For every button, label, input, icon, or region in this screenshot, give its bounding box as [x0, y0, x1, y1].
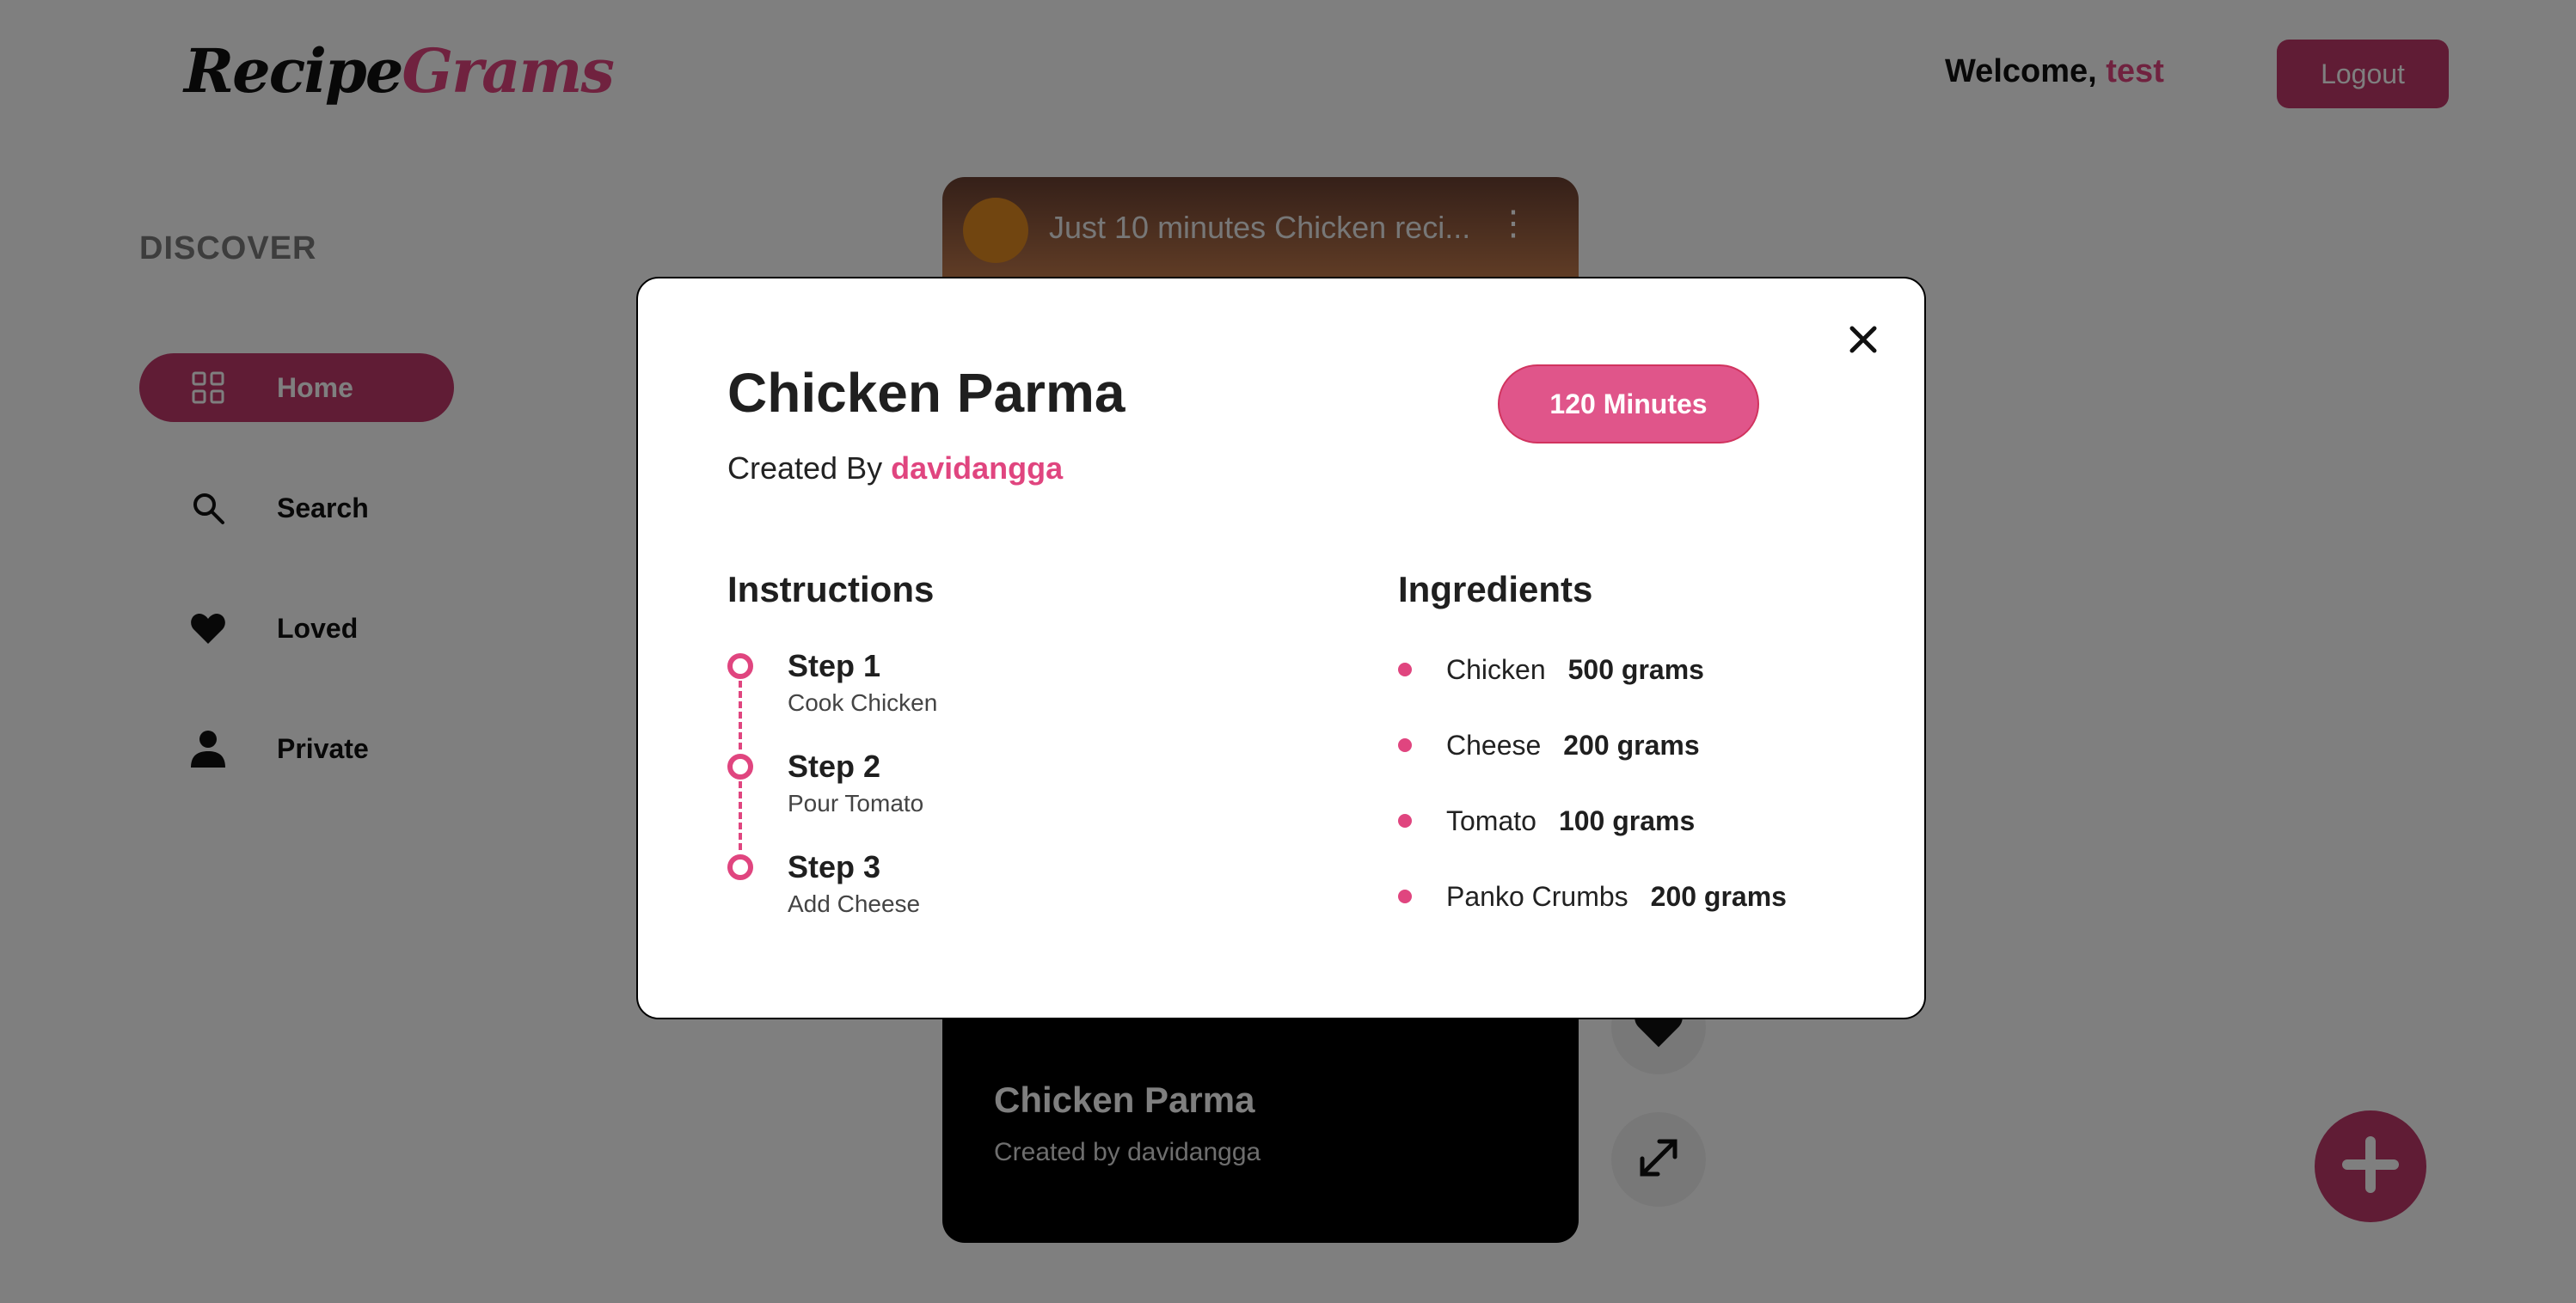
- ingredient-item: Chicken 500 grams: [1398, 648, 1704, 691]
- ingredient-item: Cheese 200 grams: [1398, 724, 1700, 767]
- instructions-heading: Instructions: [727, 569, 935, 609]
- ingredient-name: Panko Crumbs: [1446, 880, 1628, 912]
- bullet-icon: [1398, 738, 1412, 752]
- duration-badge: 120 Minutes: [1498, 364, 1759, 444]
- step-description: Pour Tomato: [788, 790, 924, 817]
- instruction-step: Step 1 Cook Chicken: [727, 648, 1071, 749]
- close-icon[interactable]: [1842, 318, 1885, 361]
- ingredient-name: Tomato: [1446, 804, 1536, 836]
- step-title: Step 1: [788, 648, 881, 683]
- step-marker-icon: [727, 854, 753, 880]
- step-description: Cook Chicken: [788, 689, 938, 716]
- ingredient-item: Tomato 100 grams: [1398, 799, 1695, 842]
- ingredient-quantity: 500 grams: [1567, 653, 1704, 685]
- ingredient-name: Cheese: [1446, 729, 1542, 761]
- ingredients-heading: Ingredients: [1398, 569, 1593, 609]
- step-marker-icon: [727, 653, 753, 679]
- step-title: Step 3: [788, 849, 881, 884]
- ingredient-quantity: 200 grams: [1563, 729, 1700, 761]
- recipe-title: Chicken Parma: [727, 362, 1125, 424]
- bullet-icon: [1398, 890, 1412, 903]
- step-title: Step 2: [788, 749, 881, 784]
- ingredient-quantity: 200 grams: [1650, 880, 1787, 912]
- created-by-label: Created By: [727, 450, 883, 486]
- ingredient-quantity: 100 grams: [1558, 804, 1696, 836]
- recipe-author: davidangga: [891, 450, 1064, 486]
- recipe-detail-modal: Chicken Parma Created By davidangga 120 …: [636, 277, 1926, 1019]
- bullet-icon: [1398, 814, 1412, 828]
- step-marker-icon: [727, 754, 753, 780]
- recipe-author-line: Created By davidangga: [727, 450, 1063, 486]
- step-connector: [739, 681, 742, 749]
- step-connector: [739, 781, 742, 850]
- bullet-icon: [1398, 663, 1412, 676]
- instruction-step: Step 3 Add Cheese: [727, 849, 1071, 935]
- ingredient-name: Chicken: [1446, 653, 1546, 685]
- ingredient-item: Panko Crumbs 200 grams: [1398, 875, 1787, 918]
- step-description: Add Cheese: [788, 890, 921, 917]
- instruction-step: Step 2 Pour Tomato: [727, 749, 1071, 850]
